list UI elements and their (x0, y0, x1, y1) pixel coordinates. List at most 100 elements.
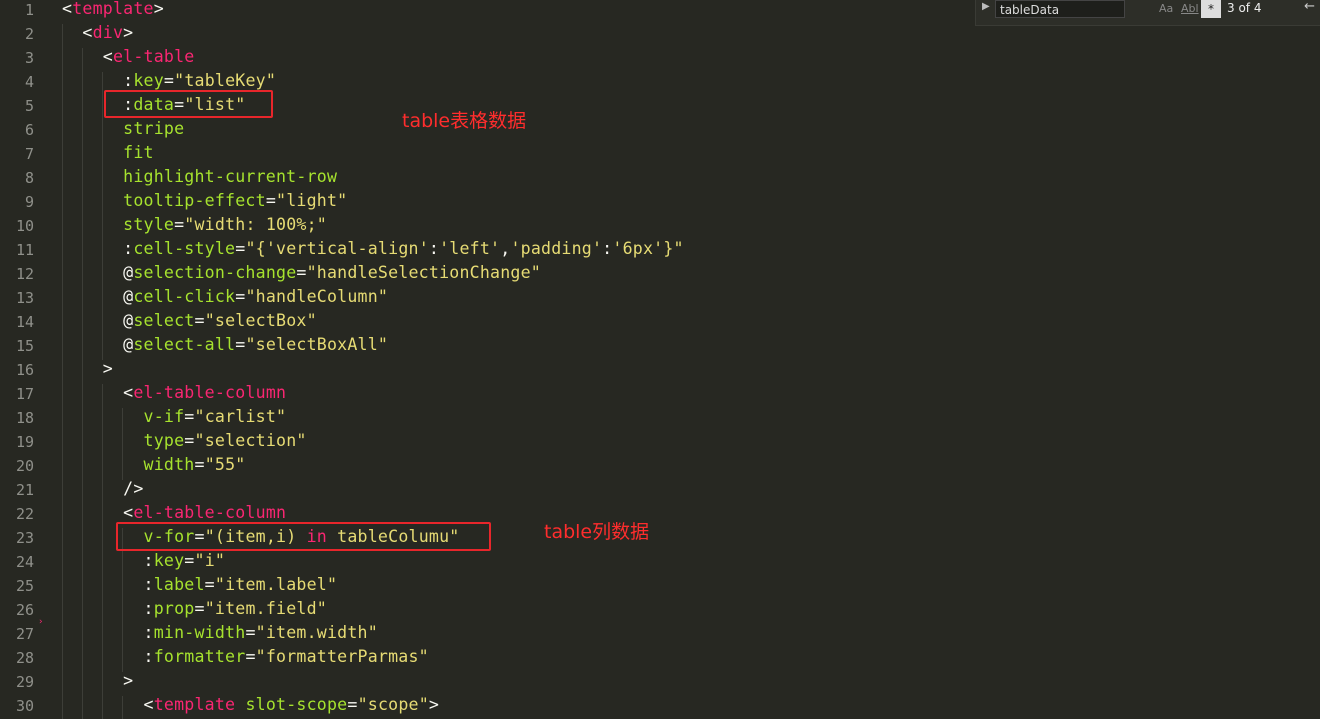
code-token: highlight-current-row (62, 167, 338, 186)
code-line[interactable]: v-if="carlist" (62, 405, 287, 429)
code-token: , (500, 239, 511, 258)
line-number: 1 (24, 1, 34, 19)
code-token: "selectBox" (204, 311, 317, 330)
line-number: 24 (15, 553, 34, 571)
code-token: "selectBoxAll" (245, 335, 389, 354)
code-token: : (62, 599, 154, 618)
line-number: 14 (15, 313, 34, 331)
line-number: 13 (15, 289, 34, 307)
code-token: formatter (153, 647, 246, 666)
code-line[interactable]: stripe (62, 117, 184, 141)
line-number: 3 (24, 49, 34, 67)
code-token: = (296, 263, 307, 282)
code-token: /> (62, 479, 144, 498)
code-token: > (62, 359, 113, 378)
code-line[interactable]: style="width: 100%;" (62, 213, 327, 237)
code-line[interactable]: fit (62, 141, 154, 165)
code-token: > (428, 695, 440, 714)
code-token: = (347, 695, 358, 714)
line-number: 7 (24, 145, 34, 163)
code-token: template (72, 0, 154, 18)
code-line[interactable]: tooltip-effect="light" (62, 189, 347, 213)
code-line[interactable]: :key="i" (62, 549, 225, 573)
code-line[interactable]: highlight-current-row (62, 165, 337, 189)
code-line[interactable]: <div> (62, 21, 133, 45)
code-token: > (62, 671, 134, 690)
code-token: < (62, 23, 93, 42)
code-line[interactable]: @selection-change="handleSelectionChange… (62, 261, 541, 285)
code-line[interactable]: <template slot-scope="scope"> (62, 693, 439, 717)
code-line[interactable]: type="selection" (62, 429, 307, 453)
highlight-box-vfor (116, 522, 491, 551)
code-token: < (62, 695, 154, 714)
code-line[interactable]: <el-table-column (62, 381, 286, 405)
code-token: style (62, 215, 175, 234)
line-number: 8 (24, 169, 34, 187)
code-token: "i" (194, 551, 226, 570)
code-line[interactable]: @select-all="selectBoxAll" (62, 333, 388, 357)
code-line[interactable]: > (62, 357, 113, 381)
code-token: width (62, 455, 195, 474)
code-token: v-if (62, 407, 185, 426)
line-number: 2 (24, 25, 34, 43)
code-line[interactable]: :prop="item.field" (62, 597, 327, 621)
code-token: fit (62, 143, 154, 162)
line-number: 27 (15, 625, 34, 643)
code-line[interactable]: <template> (62, 0, 164, 21)
previous-match-icon[interactable]: ← (1304, 0, 1315, 14)
line-number: 17 (15, 385, 34, 403)
code-line[interactable]: @select="selectBox" (62, 309, 317, 333)
line-number: 22 (15, 505, 34, 523)
line-number: 4 (24, 73, 34, 91)
find-expand-icon[interactable]: ▶ (982, 1, 990, 12)
find-input[interactable]: tableData (995, 0, 1125, 18)
code-token: 'left' (439, 239, 501, 258)
code-token: }" (663, 239, 684, 258)
code-token: = (194, 311, 205, 330)
code-token: : (428, 239, 440, 258)
code-token: "item.label" (214, 575, 338, 594)
code-line[interactable]: :formatter="formatterParmas" (62, 645, 429, 669)
code-line[interactable]: :cell-style="{'vertical-align':'left','p… (62, 237, 684, 261)
code-line[interactable]: :label="item.label" (62, 573, 337, 597)
code-line[interactable]: @cell-click="handleColumn" (62, 285, 388, 309)
code-token: > (123, 23, 134, 42)
code-token: "item.field" (204, 599, 327, 618)
code-token: '6px' (612, 239, 664, 258)
code-token: min-width (153, 623, 246, 642)
code-token: : (62, 71, 134, 90)
code-token: < (62, 0, 73, 18)
code-token: label (153, 575, 205, 594)
line-number: 15 (15, 337, 34, 355)
whole-word-button[interactable]: Abl (1181, 0, 1199, 18)
annotation-table-data: table表格数据 (402, 110, 527, 132)
code-token: 'padding' (510, 239, 603, 258)
code-token: = (184, 431, 195, 450)
code-token: = (235, 239, 246, 258)
code-token: @ (62, 287, 134, 306)
code-line[interactable]: width="55" (62, 453, 246, 477)
code-token: : (62, 551, 154, 570)
code-token: "carlist" (194, 407, 287, 426)
code-token: < (62, 503, 134, 522)
code-token: selection-change (133, 263, 297, 282)
code-line[interactable]: /> (62, 477, 144, 501)
regex-toggle-button[interactable]: * (1201, 0, 1221, 18)
line-number: 20 (15, 457, 34, 475)
line-number: 16 (15, 361, 34, 379)
code-line[interactable]: :min-width="item.width" (62, 621, 378, 645)
line-number: 26 (15, 601, 34, 619)
code-line[interactable]: <el-table (62, 45, 195, 69)
code-token: = (163, 71, 175, 90)
code-token: "selection" (194, 431, 307, 450)
code-token: slot-scope (245, 695, 348, 714)
case-sensitive-button[interactable]: Aa (1159, 0, 1173, 18)
code-token: tooltip-effect (62, 191, 266, 210)
code-line[interactable]: > (62, 669, 133, 693)
line-number: 6 (24, 121, 34, 139)
code-token: template (153, 695, 236, 714)
line-number: 28 (15, 649, 34, 667)
code-token: select-all (133, 335, 236, 354)
code-token: "55" (204, 455, 246, 474)
